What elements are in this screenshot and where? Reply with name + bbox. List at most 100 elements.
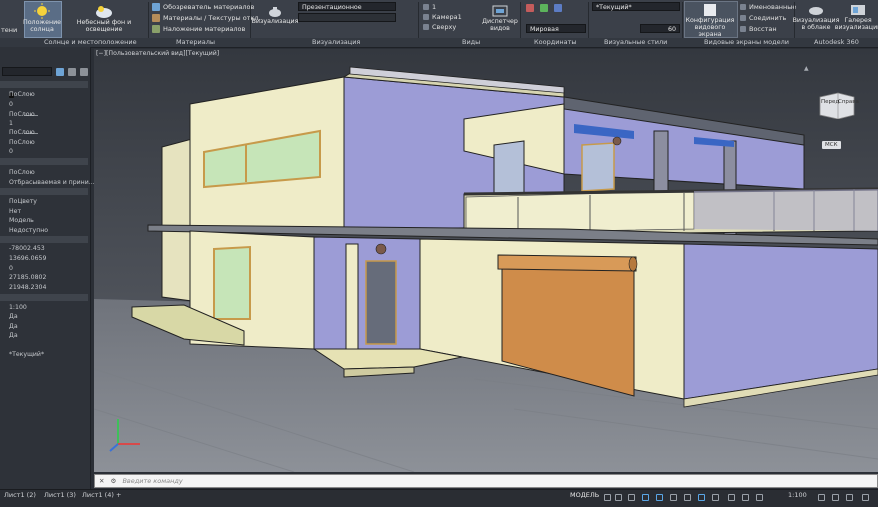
select-objects-icon[interactable] [68, 68, 76, 76]
toggle-pickadd-icon[interactable] [80, 68, 88, 76]
panel-title-render[interactable]: Визуализация [312, 38, 360, 46]
workspace-icon[interactable] [818, 494, 825, 501]
property-value[interactable]: Да [9, 323, 18, 330]
selection-cycling-icon[interactable] [712, 494, 719, 501]
view-manager-button[interactable]: Диспетчер видов [482, 4, 518, 32]
view-top-item[interactable]: Сверху [423, 23, 456, 31]
view-cube-right[interactable]: Справа [838, 99, 859, 105]
render-button[interactable]: Визуализация [252, 4, 298, 25]
transparency-icon[interactable] [698, 494, 705, 501]
grid-icon[interactable] [604, 494, 611, 501]
command-line[interactable]: ✕ ⚙ Введите команду [94, 474, 878, 488]
viewport-controls-label[interactable]: [−][Пользовательский вид][Текущий] [96, 50, 219, 57]
view-icon [423, 4, 429, 10]
property-value[interactable]: 0 [9, 148, 13, 155]
quick-select-icon[interactable] [56, 68, 64, 76]
named-viewports-button[interactable]: Именованные [740, 3, 796, 11]
osnap-icon[interactable] [656, 494, 663, 501]
group-view-header[interactable] [0, 236, 88, 243]
opacity-slider[interactable]: 60 [640, 24, 680, 33]
polar-icon[interactable] [642, 494, 649, 501]
wrench-icon[interactable]: ⚙ [111, 477, 117, 485]
group-3d-header[interactable] [0, 158, 88, 165]
gizmo-icon[interactable] [728, 494, 735, 501]
sky-icon [96, 6, 112, 18]
textures-icon [152, 14, 160, 22]
property-value[interactable]: 21948.2304 [9, 284, 46, 291]
cloud-render-button[interactable]: Визуализация в облаке [793, 3, 839, 31]
close-icon[interactable]: ✕ [99, 477, 104, 485]
auto-scale-icon[interactable] [756, 494, 763, 501]
panel-title-styles[interactable]: Визуальные стили [604, 38, 667, 46]
visual-style-select[interactable]: *Текущий* [592, 2, 680, 11]
tab-layout-2[interactable]: Лист1 (3) [44, 491, 76, 499]
property-value[interactable]: *Текущий* [9, 351, 44, 358]
ucs-select[interactable]: Мировая [526, 24, 586, 33]
join-viewports-button[interactable]: Соединить [740, 14, 786, 22]
panel-title-views[interactable]: Виды [462, 38, 480, 46]
annotation-visibility-icon[interactable] [742, 494, 749, 501]
selection-combo[interactable] [2, 67, 52, 76]
property-value[interactable]: Недоступно [9, 227, 48, 234]
annotation-scale[interactable]: 1:100 [788, 491, 807, 499]
view-cube[interactable]: Перед Справа [818, 89, 859, 120]
sun-position-group[interactable]: Положение солнца [23, 3, 61, 33]
model-space-button[interactable]: МОДЕЛЬ [570, 491, 599, 499]
property-value[interactable]: Отбрасываемая и прини... [9, 179, 95, 186]
clean-screen-icon[interactable] [846, 494, 853, 501]
property-value[interactable]: ПоСлою [9, 139, 35, 146]
property-value[interactable]: 1 [9, 120, 13, 127]
ucs-origin-icon[interactable] [540, 4, 548, 12]
property-value[interactable]: -78002.453 [9, 245, 45, 252]
group-general-header[interactable] [0, 81, 88, 88]
tab-layout-1[interactable]: Лист1 (2) [4, 491, 36, 499]
sky-light-button[interactable]: Небесный фон и освещение [62, 3, 146, 33]
property-value[interactable]: 27185.0802 [9, 274, 46, 281]
model-viewport[interactable]: [−][Пользовательский вид][Текущий] Перед… [94, 49, 878, 472]
property-value[interactable]: Да [9, 313, 18, 320]
property-value[interactable]: Модель [9, 217, 34, 224]
panel-title-coords[interactable]: Координаты [534, 38, 577, 46]
ucs-icon[interactable] [526, 4, 534, 12]
camera1-item[interactable]: Камера1 [423, 13, 462, 21]
property-value[interactable]: 13696.0659 [9, 255, 46, 262]
property-value[interactable]: ПоСлою [9, 129, 35, 136]
view-count[interactable]: 1 [423, 3, 436, 11]
house-drawing[interactable] [94, 49, 878, 472]
view-cube-front[interactable]: Перед [821, 99, 839, 105]
materials-textures-button[interactable]: Материалы / Текстуры откл. [152, 14, 261, 22]
property-value[interactable]: 0 [9, 265, 13, 272]
property-value[interactable]: ПоСлою [9, 169, 35, 176]
apply-materials-button[interactable]: Наложение материалов [152, 25, 245, 33]
property-value[interactable]: ПоСлою [9, 111, 35, 118]
panel-title-a360[interactable]: Autodesk 360 [814, 38, 859, 46]
materials-browser-button[interactable]: Обозреватель материалов [152, 3, 254, 11]
group-misc-header[interactable] [0, 294, 88, 301]
group-visual-header[interactable] [0, 188, 88, 195]
ucs-axis-icon[interactable] [554, 4, 562, 12]
add-layout-icon[interactable]: + [116, 491, 121, 499]
command-input[interactable]: Введите команду [122, 477, 182, 485]
panel-title-sun[interactable]: Солнце и местоположение [44, 38, 137, 46]
lineweight-icon[interactable] [684, 494, 691, 501]
render-gallery-button[interactable]: Галерея визуализации [835, 3, 878, 31]
ucs-menu[interactable]: МСК [822, 141, 841, 149]
snap-icon[interactable] [615, 494, 622, 501]
render-preset-select[interactable]: Презентационное [298, 2, 396, 11]
property-value[interactable]: ПоЦвету [9, 198, 37, 205]
property-value[interactable]: 0 [9, 101, 13, 108]
panel-title-materials[interactable]: Материалы [176, 38, 215, 46]
property-value[interactable]: ПоСлою [9, 91, 35, 98]
property-value[interactable]: Да [9, 332, 18, 339]
ortho-icon[interactable] [628, 494, 635, 501]
property-value[interactable]: 1:100 [9, 304, 27, 311]
restore-viewports-button[interactable]: Восстан [740, 25, 777, 33]
customize-icon[interactable] [862, 494, 869, 501]
otrack-icon[interactable] [670, 494, 677, 501]
isolate-icon[interactable] [832, 494, 839, 501]
render-size-select[interactable] [298, 13, 396, 22]
tab-layout-3[interactable]: Лист1 (4) [82, 491, 114, 499]
property-value[interactable]: Нет [9, 208, 21, 215]
panel-title-viewports[interactable]: Видовые экраны модели [704, 38, 789, 46]
viewport-config-group[interactable]: Конфигурация видового экрана [684, 3, 736, 38]
